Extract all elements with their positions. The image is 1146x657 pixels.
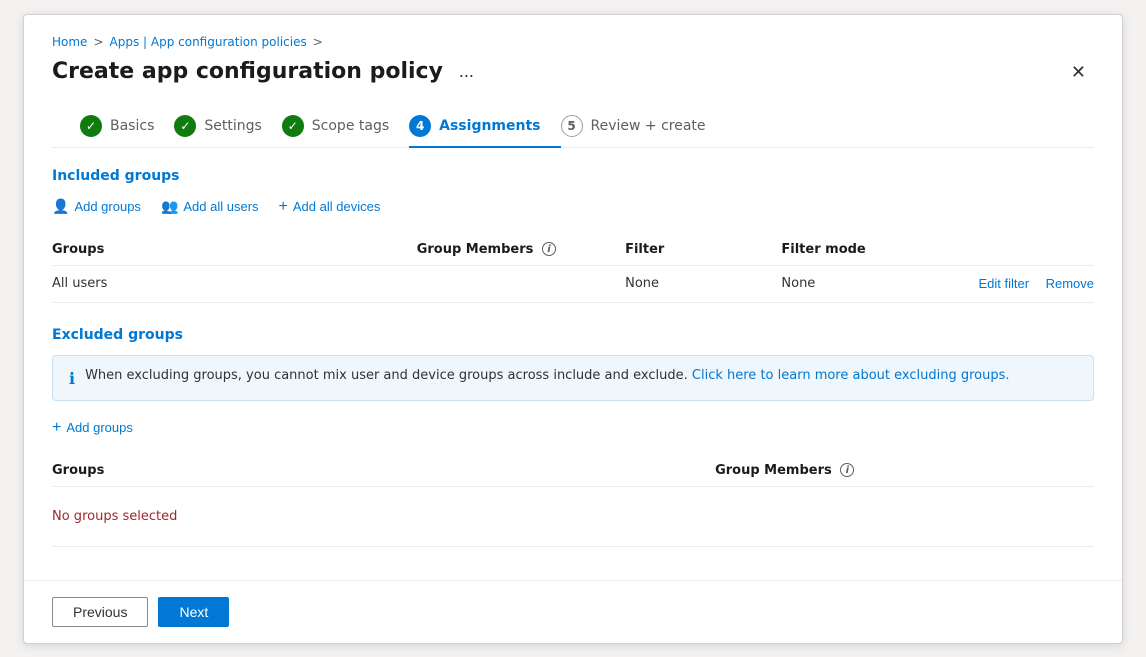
step4-circle: 4 bbox=[409, 115, 431, 137]
cell-group-name: All users bbox=[52, 265, 417, 302]
add-all-users-label: Add all users bbox=[183, 199, 258, 214]
step-settings[interactable]: ✓ Settings bbox=[174, 105, 281, 147]
modal-footer: Previous Next bbox=[24, 580, 1122, 643]
ellipsis-button[interactable]: ... bbox=[453, 59, 480, 84]
add-groups-button-included[interactable]: 👤 Add groups bbox=[52, 196, 141, 217]
add-all-devices-button[interactable]: + Add all devices bbox=[279, 196, 381, 218]
modal-header: Home > Apps | App configuration policies… bbox=[24, 15, 1122, 148]
included-action-bar: 👤 Add groups 👥 Add all users + Add all d… bbox=[52, 196, 1094, 218]
step1-label: Basics bbox=[110, 118, 154, 134]
plus-icon-included: + bbox=[279, 198, 288, 216]
step-review-create[interactable]: 5 Review + create bbox=[561, 105, 726, 147]
excluded-groups-section: Excluded groups ℹ When excluding groups,… bbox=[52, 327, 1094, 547]
add-all-devices-label: Add all devices bbox=[293, 199, 380, 214]
info-icon-members-included: i bbox=[542, 242, 556, 256]
breadcrumb-separator1: > bbox=[93, 35, 103, 49]
add-groups-button-excluded[interactable]: + Add groups bbox=[52, 417, 133, 439]
add-all-users-button[interactable]: 👥 Add all users bbox=[161, 196, 259, 217]
info-banner-link[interactable]: Click here to learn more about excluding… bbox=[692, 368, 1010, 383]
step-assignments[interactable]: 4 Assignments bbox=[409, 105, 560, 147]
person-icon: 👤 bbox=[52, 198, 69, 215]
col-header-groups-included: Groups bbox=[52, 234, 417, 266]
title-row: Create app configuration policy ... ✕ bbox=[52, 59, 1094, 85]
col-header-members-excluded: Group Members i bbox=[715, 455, 1094, 487]
no-groups-text: No groups selected bbox=[52, 497, 1094, 536]
col-header-groups-excluded: Groups bbox=[52, 455, 715, 487]
no-groups-cell: No groups selected bbox=[52, 486, 1094, 546]
modal-content: Included groups 👤 Add groups 👥 Add all u… bbox=[24, 148, 1122, 580]
modal-container: Home > Apps | App configuration policies… bbox=[23, 14, 1123, 644]
breadcrumb-apps[interactable]: Apps | App configuration policies bbox=[110, 35, 307, 49]
close-button[interactable]: ✕ bbox=[1063, 59, 1094, 85]
info-banner-text: When excluding groups, you cannot mix us… bbox=[85, 368, 1009, 383]
step2-circle: ✓ bbox=[174, 115, 196, 137]
excluded-groups-title: Excluded groups bbox=[52, 327, 1094, 343]
step1-circle: ✓ bbox=[80, 115, 102, 137]
step5-circle: 5 bbox=[561, 115, 583, 137]
add-groups-label-excluded: Add groups bbox=[66, 420, 133, 435]
step3-circle: ✓ bbox=[282, 115, 304, 137]
plus-icon-excluded: + bbox=[52, 419, 61, 437]
step4-label: Assignments bbox=[439, 118, 540, 134]
col-header-filter-included: Filter bbox=[625, 234, 781, 266]
table-row: No groups selected bbox=[52, 486, 1094, 546]
info-icon-members-excluded: i bbox=[840, 463, 854, 477]
included-groups-title: Included groups bbox=[52, 168, 1094, 184]
cell-filtermode: None bbox=[781, 265, 969, 302]
breadcrumb-home[interactable]: Home bbox=[52, 35, 87, 49]
steps-bar: ✓ Basics ✓ Settings ✓ Scope tags 4 Assig… bbox=[52, 105, 1094, 148]
people-icon: 👥 bbox=[161, 198, 178, 215]
included-groups-table: Groups Group Members i Filter Filter mod… bbox=[52, 234, 1094, 303]
step-scope-tags[interactable]: ✓ Scope tags bbox=[282, 105, 409, 147]
info-banner: ℹ When excluding groups, you cannot mix … bbox=[52, 355, 1094, 401]
page-title: Create app configuration policy bbox=[52, 59, 443, 84]
step-basics[interactable]: ✓ Basics bbox=[80, 105, 174, 147]
cell-members bbox=[417, 265, 625, 302]
breadcrumb: Home > Apps | App configuration policies… bbox=[52, 35, 1094, 49]
cell-actions: Edit filter Remove bbox=[969, 265, 1094, 302]
step3-label: Scope tags bbox=[312, 118, 389, 134]
edit-filter-button[interactable]: Edit filter bbox=[978, 276, 1029, 291]
excluded-action-bar: + Add groups bbox=[52, 417, 1094, 439]
info-banner-icon: ℹ bbox=[69, 369, 75, 388]
remove-button[interactable]: Remove bbox=[1046, 276, 1094, 291]
breadcrumb-separator2: > bbox=[313, 35, 323, 49]
col-header-actions-included bbox=[969, 234, 1094, 266]
table-row: All users None None Edit filter Remove bbox=[52, 265, 1094, 302]
previous-button[interactable]: Previous bbox=[52, 597, 148, 627]
col-header-filtermode-included: Filter mode bbox=[781, 234, 969, 266]
add-groups-label-included: Add groups bbox=[74, 199, 141, 214]
excluded-groups-table: Groups Group Members i No groups selecte… bbox=[52, 455, 1094, 547]
step5-label: Review + create bbox=[591, 118, 706, 134]
title-left: Create app configuration policy ... bbox=[52, 59, 480, 84]
step2-label: Settings bbox=[204, 118, 261, 134]
col-header-members-included: Group Members i bbox=[417, 234, 625, 266]
next-button[interactable]: Next bbox=[158, 597, 229, 627]
cell-filter: None bbox=[625, 265, 781, 302]
